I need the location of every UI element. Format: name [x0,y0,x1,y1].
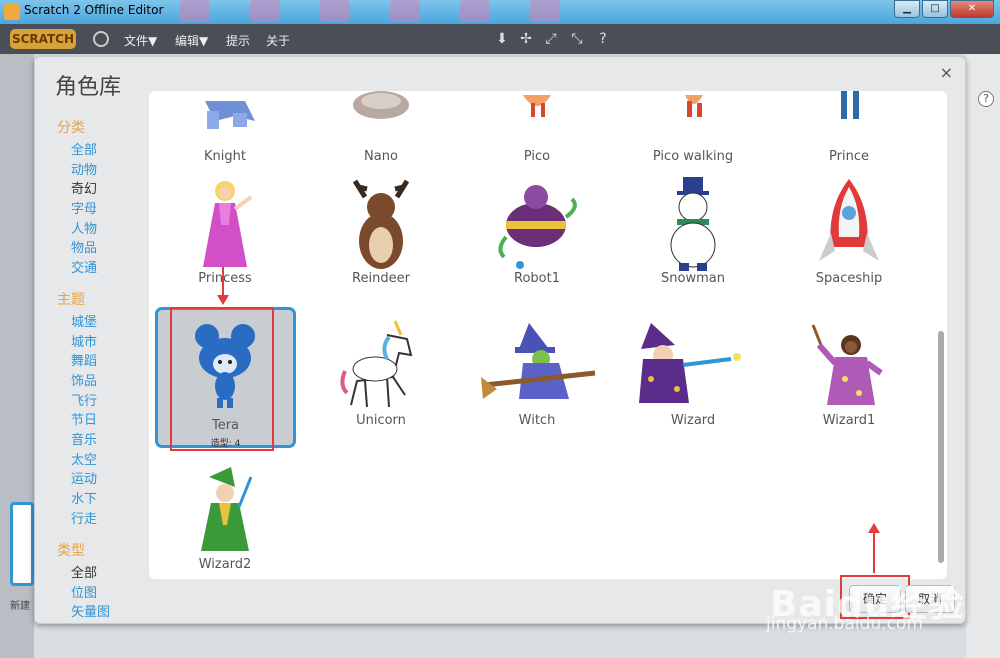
down-arrow-annotation [217,267,229,305]
sprite-name: Snowman [661,271,725,286]
snowman-image [670,177,716,271]
theme-holiday[interactable]: 节日 [71,409,97,428]
sprite-name: Princess [198,271,252,286]
sprite-robot1[interactable]: Robot1 [467,173,607,313]
theme-music[interactable]: 音乐 [71,429,97,448]
type-vector[interactable]: 矢量图 [71,601,110,620]
duplicate-stamp-icon[interactable]: ⬇ [494,31,510,47]
theme-heading: 主题 [57,292,85,308]
robot1-image [498,185,577,269]
new-sprite-label: 新建 [10,601,30,612]
help-icon[interactable]: ? [595,31,611,47]
spaceship-image [819,179,879,261]
scratch-logo: SCRATCH [10,29,76,49]
menu-edit[interactable]: 编辑▼ [175,32,208,49]
theme-walking[interactable]: 行走 [71,508,97,527]
wizard-image [639,323,741,403]
taskbar-thumbnails [180,0,880,24]
theme-flying[interactable]: 飞行 [71,390,97,409]
watermark-url: jingyan.baidu.com [766,614,923,634]
sprite-spaceship[interactable]: Spaceship [779,173,919,313]
sprite-princess[interactable]: Princess [155,173,295,313]
sprite-wizard1[interactable]: Wizard1 [779,315,919,455]
sprite-thumbnail-box[interactable] [10,502,34,586]
theme-underwater[interactable]: 水下 [71,488,97,507]
close-window-button[interactable]: ✕ [950,0,994,18]
sprite-name: Reindeer [352,271,410,286]
sprite-name: Prince [829,149,869,164]
sprite-name: Wizard2 [198,557,252,572]
dialog-close-icon[interactable]: × [940,63,953,82]
type-all[interactable]: 全部 [71,562,97,581]
sprite-unicorn[interactable]: Unicorn [311,315,451,455]
theme-dress-up[interactable]: 饰品 [71,370,97,389]
wizard1-image [811,324,883,405]
menu-tips[interactable]: 提示 [226,32,250,49]
menu-file[interactable]: 文件▼ [124,32,157,49]
sprite-wizard[interactable]: Wizard [623,315,763,455]
category-people[interactable]: 人物 [71,218,97,237]
sprite-name: Nano [364,149,398,164]
theme-dance[interactable]: 舞蹈 [71,350,97,369]
sprite-name: Pico [523,149,551,164]
wizard2-image [201,467,253,551]
tera-highlight-box [170,307,274,451]
maximize-button[interactable]: □ [922,0,948,18]
sprite-reindeer[interactable]: Reindeer [311,173,451,313]
dialog-title: 角色库 [55,75,122,100]
app-icon [4,4,20,20]
theme-sports[interactable]: 运动 [71,468,97,487]
grow-icon[interactable]: ⤢ [543,31,559,47]
category-fantasy[interactable]: 奇幻 [71,178,97,197]
category-heading: 分类 [57,120,85,136]
theme-city[interactable]: 城市 [71,331,97,350]
sprite-name: Knight [204,149,246,164]
window-titlebar: Scratch 2 Offline Editor ▁ □ ✕ [0,0,1000,24]
sprite-name: Spaceship [815,271,883,286]
unicorn-image [340,320,413,408]
sprite-name: Witch [518,413,556,428]
menu-about[interactable]: 关于 [266,32,290,49]
type-heading: 类型 [57,543,85,559]
theme-castle[interactable]: 城堡 [71,311,97,330]
sprite-name: Unicorn [356,413,406,428]
script-area-edge [966,54,1000,658]
category-things[interactable]: 物品 [71,237,97,256]
grid-scrollbar[interactable] [938,331,944,563]
cut-icon[interactable]: ✢ [518,31,534,47]
category-all[interactable]: 全部 [71,139,97,158]
witch-image [481,323,596,399]
category-transportation[interactable]: 交通 [71,257,97,276]
princess-image [203,181,253,267]
language-globe-icon[interactable] [93,31,109,47]
sprite-name: Robot1 [514,271,560,286]
sprite-name: Pico walking [652,149,734,164]
up-arrow-annotation [868,523,880,573]
type-bitmap[interactable]: 位图 [71,582,97,601]
sprite-name: Wizard [670,413,716,428]
window-title: Scratch 2 Offline Editor [24,3,164,17]
sprite-wizard2[interactable]: Wizard2 [155,459,295,579]
script-help-icon[interactable]: ? [978,91,994,107]
reindeer-image [352,179,410,269]
shrink-icon[interactable]: ⤡ [569,31,585,47]
sprite-library-dialog: 角色库 × 分类 全部 动物 奇幻 字母 人物 物品 交通 主题 城堡 城市 舞… [34,56,966,624]
category-letters[interactable]: 字母 [71,198,97,217]
theme-space[interactable]: 太空 [71,449,97,468]
sprite-name: Wizard1 [822,413,876,428]
menubar: SCRATCH 文件▼ 编辑▼ 提示 关于 ⬇ ✢ ⤢ ⤡ ? [0,24,1000,54]
sprite-snowman[interactable]: Snowman [623,173,763,313]
category-animals[interactable]: 动物 [71,159,97,178]
minimize-button[interactable]: ▁ [894,0,920,18]
sprite-witch[interactable]: Witch [467,315,607,455]
